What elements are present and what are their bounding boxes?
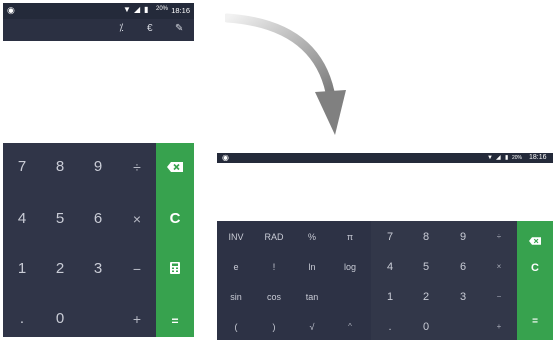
rotation-arrow [225,13,346,135]
key-rad[interactable]: RAD [255,231,293,243]
key-2[interactable]: 2 [407,291,445,303]
key-sqrt[interactable]: √ [293,321,331,333]
signal-icon: ◢ [134,5,141,14]
key-factorial[interactable]: ! [255,261,293,273]
calculator-display[interactable] [3,41,194,143]
landscape-calculator: ◉ ▼ ◢ ▮ 20% 18:16 INV RAD % π e ! ln log… [217,153,553,340]
key-pi[interactable]: π [331,231,369,243]
percent-icon[interactable]: ⁒ [119,23,124,34]
calculator-mode-button[interactable] [170,261,180,274]
backspace-icon [167,162,183,172]
key-cos[interactable]: cos [255,291,293,303]
key-6[interactable]: 6 [79,209,117,229]
arrow-head [315,90,346,135]
calculator-icon [170,262,180,274]
portrait-calculator: ◉ ▼ ◢ ▮ 20% 18:16 ⁒ € ✎ 7 8 9 ÷ 4 5 6 × … [3,3,194,337]
key-e[interactable]: e [217,261,255,273]
key-decimal[interactable]: . [371,321,409,333]
status-bar: ◉ ▼ ◢ ▮ 20% 18:16 [217,153,553,163]
function-column: C = [517,221,553,340]
calculator-display[interactable] [217,163,553,221]
notification-icon: ◉ [7,5,15,15]
key-close-paren[interactable]: ) [255,321,293,333]
battery-icon: ▮ [505,155,509,161]
key-divide[interactable]: ÷ [118,157,156,177]
key-9[interactable]: 9 [79,157,117,177]
key-0[interactable]: 0 [407,321,445,333]
wifi-icon: ▼ [123,5,131,14]
key-percent[interactable]: % [293,231,331,243]
function-column: C = [156,143,194,337]
ruler-icon[interactable]: ✎ [175,23,183,34]
status-time: 18:16 [529,154,547,161]
status-bar: ◉ ▼ ◢ ▮ 20% 18:16 [3,3,194,19]
key-1[interactable]: 1 [3,259,41,279]
key-4[interactable]: 4 [371,261,409,273]
key-5[interactable]: 5 [407,261,445,273]
key-1[interactable]: 1 [371,291,409,303]
battery-icon: ▮ [144,5,149,14]
clear-button[interactable]: C [517,262,553,274]
key-5[interactable]: 5 [41,209,79,229]
key-8[interactable]: 8 [41,157,79,177]
key-subtract[interactable]: − [480,291,518,303]
key-add[interactable]: + [118,309,156,329]
key-subtract[interactable]: − [118,259,156,279]
battery-percent: 20% [512,155,523,161]
key-7[interactable]: 7 [371,231,409,243]
backspace-button[interactable] [529,232,541,245]
wifi-icon: ▼ [487,155,493,161]
key-add[interactable]: + [480,321,518,333]
status-time: 18:16 [171,6,190,15]
key-multiply[interactable]: × [118,209,156,229]
arrow-shaft [225,13,335,97]
number-pad: 7 8 9 ÷ 4 5 6 × 1 2 3 − . 0 + [3,143,156,337]
number-pad: 7 8 9 ÷ 4 5 6 × 1 2 3 − . 0 + [371,221,517,340]
key-8[interactable]: 8 [407,231,445,243]
signal-icon: ◢ [496,155,501,161]
key-6[interactable]: 6 [444,261,482,273]
backspace-icon [529,237,541,245]
currency-icon[interactable]: € [147,23,153,34]
key-3[interactable]: 3 [79,259,117,279]
key-decimal[interactable]: . [3,309,41,329]
toolbar: ⁒ € ✎ [3,19,194,41]
key-7[interactable]: 7 [3,157,41,177]
scientific-pad: INV RAD % π e ! ln log sin cos tan ( ) √… [217,221,371,340]
key-ln[interactable]: ln [293,261,331,273]
backspace-button[interactable] [167,159,183,172]
key-sin[interactable]: sin [217,291,255,303]
key-3[interactable]: 3 [444,291,482,303]
notification-icon: ◉ [222,153,229,162]
key-0[interactable]: 0 [41,309,79,329]
key-log[interactable]: log [331,261,369,273]
key-open-paren[interactable]: ( [217,321,255,333]
battery-percent: 20% [155,6,168,12]
key-power[interactable]: ^ [331,321,369,333]
clear-button[interactable]: C [156,209,194,229]
key-tan[interactable]: tan [293,291,331,303]
key-4[interactable]: 4 [3,209,41,229]
key-inv[interactable]: INV [217,231,255,243]
key-9[interactable]: 9 [444,231,482,243]
key-multiply[interactable]: × [480,261,518,273]
key-divide[interactable]: ÷ [480,231,518,243]
equals-button[interactable]: = [156,311,194,331]
equals-button[interactable]: = [517,316,553,328]
key-2[interactable]: 2 [41,259,79,279]
